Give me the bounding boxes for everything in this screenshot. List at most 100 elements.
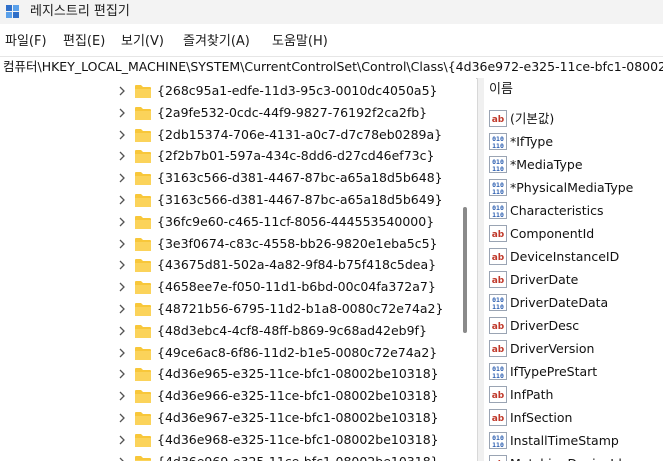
value-row[interactable]: 010 110 *PhysicalMediaType xyxy=(484,176,663,199)
folder-icon xyxy=(135,390,151,404)
tree-item[interactable]: {4d36e967-e325-11ce-bfc1-08002be10318} xyxy=(0,407,476,429)
tree-item[interactable]: {2f2b7b01-597a-434c-8dd6-d27cd46ef73c} xyxy=(0,145,476,167)
address-path[interactable]: 컴퓨터\HKEY_LOCAL_MACHINE\SYSTEM\CurrentCon… xyxy=(3,59,663,75)
string-value-icon: ab xyxy=(489,225,507,242)
chevron-right-icon[interactable] xyxy=(117,217,127,227)
tree-item[interactable]: {4d36e966-e325-11ce-bfc1-08002be10318} xyxy=(0,385,476,407)
tree-item[interactable]: {3163c566-d381-4467-87bc-a65a18d5b648} xyxy=(0,167,476,189)
tree-item[interactable]: {48721b56-6795-11d2-b1a8-0080c72e74a2} xyxy=(0,298,476,320)
value-row[interactable]: 010 110 DriverDateData xyxy=(484,291,663,314)
value-row[interactable]: ab InfSection xyxy=(484,406,663,429)
value-row[interactable]: 010 110 *IfType xyxy=(484,130,663,153)
values-pane[interactable]: 이름 ab (기본값) 010 110 *IfType 010 110 *MediaType 0… xyxy=(484,78,663,461)
key-tree-pane[interactable]: {268c95a1-edfe-11d3-95c3-0010dc4050a5} {2… xyxy=(0,78,476,461)
menu-bar: 파일(F) 편집(E) 보기(V) 즐겨찾기(A) 도움말(H) xyxy=(0,30,663,54)
pane-splitter[interactable] xyxy=(477,78,484,461)
string-value-icon: ab xyxy=(489,110,507,127)
chevron-right-icon[interactable] xyxy=(117,151,127,161)
folder-icon xyxy=(135,346,151,360)
binary-value-icon: 010110 xyxy=(489,179,507,196)
chevron-right-icon[interactable] xyxy=(117,195,127,205)
chevron-right-icon[interactable] xyxy=(117,457,127,461)
folder-icon xyxy=(135,85,151,98)
value-row[interactable]: ab InfPath xyxy=(484,383,663,406)
tree-item-label: {4d36e968-e325-11ce-bfc1-08002be10318} xyxy=(157,431,439,447)
folder-icon xyxy=(135,281,151,295)
chevron-right-icon[interactable] xyxy=(117,369,127,379)
folder-icon xyxy=(135,433,151,447)
svg-text:ab: ab xyxy=(492,253,505,263)
value-row[interactable]: ab DeviceInstanceID xyxy=(484,245,663,268)
folder-icon xyxy=(135,194,151,207)
value-name: IfTypePreStart xyxy=(510,364,598,379)
folder-icon xyxy=(135,106,151,120)
binary-value-icon: 010110 xyxy=(489,202,507,219)
menu-favorites[interactable]: 즐겨찾기(A) xyxy=(183,34,250,50)
chevron-right-icon[interactable] xyxy=(117,282,127,292)
chevron-right-icon[interactable] xyxy=(117,108,127,118)
window-title: 레지스트리 편집기 xyxy=(30,4,130,19)
menu-view[interactable]: 보기(V) xyxy=(121,34,164,50)
tree-item[interactable]: {4d36e965-e325-11ce-bfc1-08002be10318} xyxy=(0,363,476,385)
value-row[interactable]: 010 110 IfTypePreStart xyxy=(484,360,663,383)
chevron-right-icon[interactable] xyxy=(117,413,127,423)
value-row[interactable]: ab DriverDesc xyxy=(484,314,663,337)
value-name: InstallTimeStamp xyxy=(510,433,619,448)
binary-value-icon: 010110 xyxy=(489,294,507,311)
chevron-right-icon[interactable] xyxy=(117,130,127,140)
tree-item-label: {48721b56-6795-11d2-b1a8-0080c72e74a2} xyxy=(157,301,444,316)
value-name: DriverDesc xyxy=(510,318,580,333)
value-name: DriverDate xyxy=(510,272,579,287)
tree-item-label: {2db15374-706e-4131-a0c7-d7c78eb0289a} xyxy=(157,126,443,142)
chevron-right-icon[interactable] xyxy=(117,348,127,358)
tree-item[interactable]: {48d3ebc4-4cf8-48ff-b869-9c68ad42eb9f} xyxy=(0,320,476,342)
tree-item[interactable]: {3163c566-d381-4467-87bc-a65a18d5b649} xyxy=(0,189,476,211)
tree-item[interactable]: {43675d81-502a-4a82-9f84-b75f418c5dea} xyxy=(0,254,476,276)
tree-item[interactable]: {4d36e969-e325-11ce-bfc1-08002be10318} xyxy=(0,451,476,461)
menu-help[interactable]: 도움말(H) xyxy=(272,34,328,50)
value-row[interactable]: ab DriverDate xyxy=(484,268,663,291)
chevron-right-icon[interactable] xyxy=(117,173,127,183)
value-row[interactable]: ab (기본값) xyxy=(484,107,663,130)
menu-edit[interactable]: 편집(E) xyxy=(63,34,105,50)
column-header-name[interactable]: 이름 xyxy=(484,78,663,102)
address-bar[interactable]: 컴퓨터\HKEY_LOCAL_MACHINE\SYSTEM\CurrentCon… xyxy=(0,56,663,79)
value-row[interactable]: 010 110 *MediaType xyxy=(484,153,663,176)
string-value-icon: ab xyxy=(489,340,507,357)
chevron-right-icon[interactable] xyxy=(117,304,127,314)
chevron-right-icon[interactable] xyxy=(117,391,127,401)
binary-value-icon: 010110 xyxy=(489,363,507,380)
svg-text:110: 110 xyxy=(492,142,504,150)
chevron-right-icon[interactable] xyxy=(117,86,127,96)
tree-scrollbar-thumb[interactable] xyxy=(463,207,467,333)
tree-item[interactable]: {268c95a1-edfe-11d3-95c3-0010dc4050a5} xyxy=(0,80,476,102)
chevron-right-icon[interactable] xyxy=(117,326,127,336)
column-header-label: 이름 xyxy=(489,82,513,97)
svg-text:ab: ab xyxy=(492,345,505,355)
value-row[interactable]: abMatchingDeviceId xyxy=(484,452,663,461)
tree-item-label: {4658ee7e-f050-11d1-b6bd-00c04fa372a7} xyxy=(157,279,436,295)
folder-icon xyxy=(135,303,151,316)
tree-item-label: {4d36e967-e325-11ce-bfc1-08002be10318} xyxy=(157,410,439,425)
chevron-right-icon[interactable] xyxy=(117,260,127,270)
tree-item[interactable]: {4658ee7e-f050-11d1-b6bd-00c04fa372a7} xyxy=(0,276,476,298)
tree-item-label: {3163c566-d381-4467-87bc-a65a18d5b648} xyxy=(157,170,443,186)
tree-item-label: {3163c566-d381-4467-87bc-a65a18d5b649} xyxy=(157,192,443,207)
tree-item[interactable]: {2db15374-706e-4131-a0c7-d7c78eb0289a} xyxy=(0,124,476,146)
tree-item[interactable]: {2a9fe532-0cdc-44f9-9827-76192f2ca2fb} xyxy=(0,102,476,124)
tree-item[interactable]: {3e3f0674-c83c-4558-bb26-9820e1eba5c5} xyxy=(0,233,476,255)
chevron-right-icon[interactable] xyxy=(117,239,127,249)
svg-text:ab: ab xyxy=(492,391,505,401)
menu-file[interactable]: 파일(F) xyxy=(5,34,47,50)
tree-item[interactable]: {49ce6ac8-6f86-11d2-b1e5-0080c72e74a2} xyxy=(0,342,476,364)
tree-item[interactable]: {36fc9e60-c465-11cf-8056-444553540000} xyxy=(0,211,476,233)
chevron-right-icon[interactable] xyxy=(117,435,127,445)
value-row[interactable]: 010 110 InstallTimeStamp xyxy=(484,429,663,452)
value-row[interactable]: ab DriverVersion xyxy=(484,337,663,360)
tree-item-label: {2a9fe532-0cdc-44f9-9827-76192f2ca2fb} xyxy=(157,104,428,120)
tree-item[interactable]: {4d36e968-e325-11ce-bfc1-08002be10318} xyxy=(0,429,476,451)
value-name: *MediaType xyxy=(510,157,583,172)
value-row[interactable]: ab ComponentId xyxy=(484,222,663,245)
binary-value-icon: 010110 xyxy=(489,432,507,449)
value-row[interactable]: 010 110 Characteristics xyxy=(484,199,663,222)
